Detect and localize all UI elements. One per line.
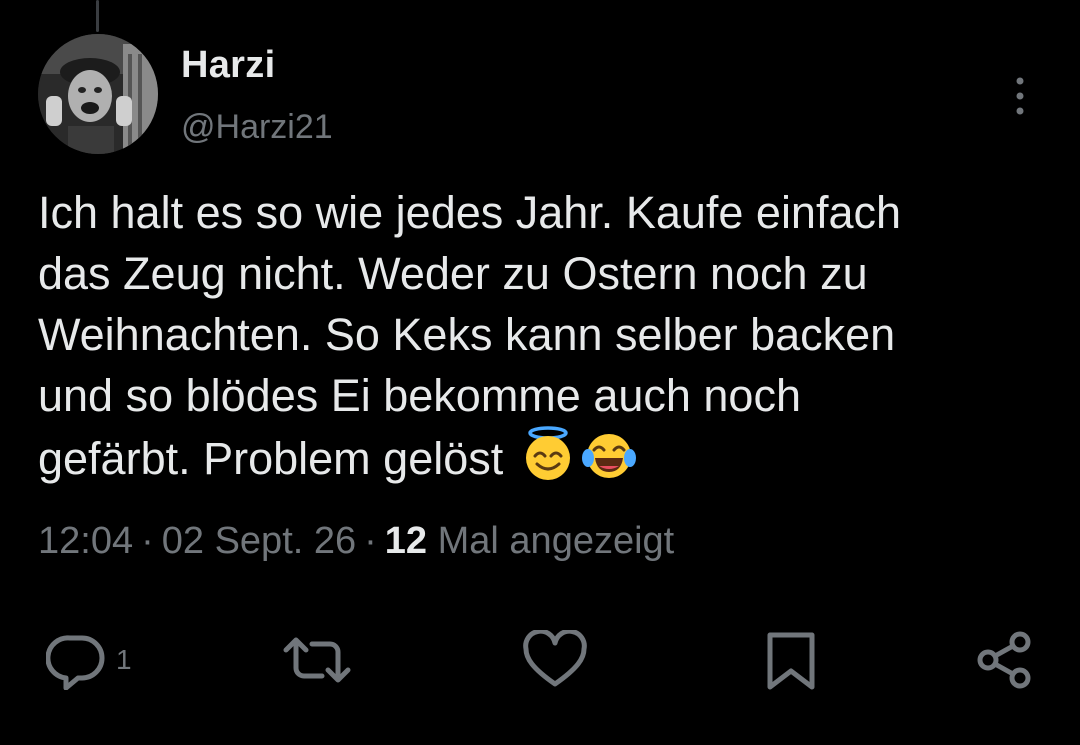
more-options-button[interactable] <box>1000 72 1040 120</box>
like-icon <box>523 630 587 687</box>
meta-separator: · <box>141 520 154 562</box>
share-button[interactable] <box>972 625 1036 695</box>
views-label: Mal angezeigt <box>427 520 675 562</box>
action-bar: 1 <box>0 625 1080 695</box>
avatar[interactable] <box>38 34 158 154</box>
share-icon <box>977 631 1031 689</box>
more-vertical-icon <box>1016 77 1024 115</box>
retweet-button[interactable] <box>280 625 354 695</box>
reply-count: 1 <box>116 644 132 675</box>
bookmark-button[interactable] <box>762 625 820 695</box>
views-count: 12 <box>384 520 428 562</box>
timestamp-time[interactable]: 12:04 <box>38 520 133 562</box>
retweet-icon <box>283 637 351 683</box>
tweet-meta: 12:04 · 02 Sept. 26 · 12 Mal angezeigt <box>38 520 674 563</box>
handle[interactable]: @Harzi21 <box>181 108 333 147</box>
tweet-body: Ich halt es so wie jedes Jahr. Kaufe ein… <box>38 187 902 484</box>
tweet-text: Ich halt es so wie jedes Jahr. Kaufe ein… <box>38 182 1048 497</box>
timestamp-date[interactable]: 02 Sept. 26 <box>162 520 356 562</box>
thread-connector-line <box>96 0 99 32</box>
bookmark-icon <box>767 632 815 690</box>
reply-icon <box>46 635 105 690</box>
display-name[interactable]: Harzi <box>181 44 275 87</box>
smiling-face-with-halo-icon <box>520 426 576 497</box>
like-button[interactable] <box>522 625 588 695</box>
face-with-tears-of-joy-icon <box>580 426 638 497</box>
meta-separator: · <box>364 520 377 562</box>
avatar-photo <box>38 34 158 154</box>
reply-button[interactable]: 1 <box>46 625 132 695</box>
